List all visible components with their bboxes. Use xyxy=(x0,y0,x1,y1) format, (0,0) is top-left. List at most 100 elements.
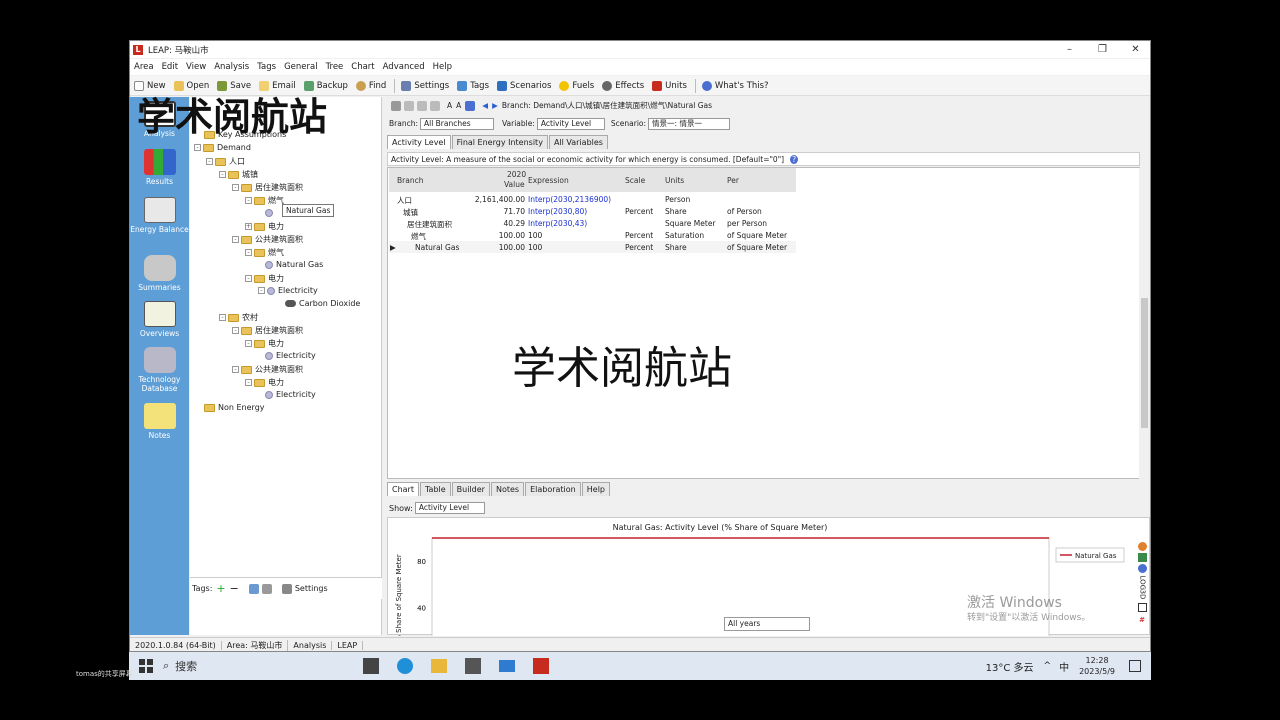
collapse-toggle[interactable]: - xyxy=(258,287,265,294)
cell-expression[interactable]: Interp(2030,43) xyxy=(528,219,587,228)
variable-select[interactable]: Activity Level xyxy=(536,117,605,130)
format-icon[interactable] xyxy=(465,100,476,111)
cell-value[interactable]: 71.70 xyxy=(459,207,525,216)
menu-general[interactable]: General xyxy=(284,62,318,72)
cell-value[interactable]: 2,161,400.00 xyxy=(459,195,525,204)
task-view-icon[interactable] xyxy=(363,658,379,674)
tab-elaboration[interactable]: Elaboration xyxy=(525,482,581,496)
mail-icon[interactable] xyxy=(499,660,515,672)
cell-expression[interactable]: 100 xyxy=(528,231,542,240)
tree-node-gonggong[interactable]: - 公共建筑面积 xyxy=(232,234,303,245)
tab-activity-level[interactable]: Activity Level xyxy=(387,135,451,149)
tree-node-ranqi[interactable]: - 燃气 xyxy=(245,195,284,206)
tags-settings-button[interactable]: Settings xyxy=(295,584,328,593)
back-arrow-icon[interactable]: ◀ xyxy=(482,101,488,110)
restore-button[interactable]: ❐ xyxy=(1086,41,1119,58)
cell-value[interactable]: 100.00 xyxy=(459,243,525,252)
table-row-selected[interactable]: ▶ Natural Gas 100.00 100 Percent Share o… xyxy=(389,241,796,253)
sidebar-item-overviews[interactable]: Overviews xyxy=(130,301,189,338)
font-increase-icon[interactable]: A xyxy=(447,101,452,110)
cell-value[interactable]: 100.00 xyxy=(459,231,525,240)
tag-color-icon[interactable] xyxy=(248,583,259,594)
3d-toggle[interactable]: 3D xyxy=(1136,589,1149,601)
years-select[interactable]: All years xyxy=(724,617,810,631)
sidebar-item-energy-balance[interactable]: Energy Balance xyxy=(130,197,189,234)
font-decrease-icon[interactable]: A xyxy=(456,101,461,110)
toolbar-icon[interactable] xyxy=(391,100,401,111)
grid-scrollbar[interactable] xyxy=(1139,168,1150,480)
table-row[interactable]: 燃气 100.00 100 Percent Saturation of Squa… xyxy=(389,229,796,241)
start-button[interactable] xyxy=(139,659,153,673)
tree-node-carbon-dioxide[interactable]: Carbon Dioxide xyxy=(285,299,360,308)
tree-node-juzhu[interactable]: - 居住建筑面积 xyxy=(232,325,303,336)
menu-tags[interactable]: Tags xyxy=(257,62,276,72)
menu-advanced[interactable]: Advanced xyxy=(383,62,425,72)
table-row[interactable]: 城镇 71.70 Interp(2030,80) Percent Share o… xyxy=(389,205,796,217)
menu-analysis[interactable]: Analysis xyxy=(214,62,249,72)
collapse-toggle[interactable]: - xyxy=(245,249,252,256)
tag-filter-icon[interactable] xyxy=(261,583,272,594)
taskbar-search[interactable]: ⌕ 搜索 xyxy=(163,656,353,676)
tree-node-nongcun[interactable]: - 农村 xyxy=(219,312,258,323)
tree-node-dianli[interactable]: - 电力 xyxy=(245,273,284,284)
menu-view[interactable]: View xyxy=(186,62,206,72)
collapse-toggle[interactable]: - xyxy=(245,275,252,282)
whats-this-button[interactable]: What's This? xyxy=(701,80,769,91)
scenario-select[interactable]: 情景一: 情景一 xyxy=(648,117,731,130)
tree-node-dianli[interactable]: - 电力 xyxy=(245,377,284,388)
settings-button[interactable]: Settings xyxy=(401,80,449,91)
table-row[interactable]: 人口 2,161,400.00 Interp(2030,2136900) Per… xyxy=(389,193,796,205)
notifications-icon[interactable] xyxy=(1129,660,1141,672)
fuels-button[interactable]: Fuels xyxy=(559,80,594,91)
add-tag-icon[interactable]: + xyxy=(216,582,225,595)
tree-node-dianli[interactable]: + 电力 xyxy=(245,221,284,232)
sidebar-item-notes[interactable]: Notes xyxy=(130,403,189,440)
table-row[interactable]: 居住建筑面积 40.29 Interp(2030,43) Square Mete… xyxy=(389,217,796,229)
show-select[interactable]: Activity Level xyxy=(414,502,485,514)
tab-all-variables[interactable]: All Variables xyxy=(548,135,608,149)
paste-icon[interactable] xyxy=(417,100,427,111)
collapse-toggle[interactable]: - xyxy=(245,379,252,386)
tab-chart[interactable]: Chart xyxy=(387,482,419,496)
calc-icon[interactable] xyxy=(430,100,440,111)
minimize-button[interactable]: – xyxy=(1053,41,1086,58)
collapse-toggle[interactable]: - xyxy=(232,327,239,334)
menu-edit[interactable]: Edit xyxy=(162,62,178,72)
collapse-toggle[interactable]: - xyxy=(206,158,213,165)
tree-node-juzhu[interactable]: - 居住建筑面积 xyxy=(232,182,303,193)
collapse-toggle[interactable]: - xyxy=(232,366,239,373)
tab-builder[interactable]: Builder xyxy=(451,482,490,496)
collapse-toggle[interactable]: - xyxy=(219,171,226,178)
tags-button[interactable]: Tags xyxy=(457,80,489,91)
sidebar-item-results[interactable]: Results xyxy=(130,149,189,186)
tree-node-natural-gas[interactable]: Natural Gas xyxy=(265,260,323,269)
taskbar-clock[interactable]: 12:28 2023/5/9 xyxy=(1079,655,1115,677)
tray-arrow-icon[interactable]: ^ xyxy=(1044,661,1052,671)
collapse-toggle[interactable]: - xyxy=(194,144,201,151)
tree-node-chengzhen[interactable]: - 城镇 xyxy=(219,169,258,180)
log-scale-toggle[interactable]: LOG xyxy=(1136,576,1149,591)
tree-node-dianli[interactable]: - 电力 xyxy=(245,338,284,349)
copy-icon[interactable] xyxy=(404,100,414,111)
sidebar-item-technology-database[interactable]: Technology Database xyxy=(130,347,189,393)
cell-value[interactable]: 40.29 xyxy=(459,219,525,228)
effects-button[interactable]: Effects xyxy=(602,80,644,91)
tree-node-demand[interactable]: - Demand xyxy=(194,143,251,152)
help-icon[interactable]: ? xyxy=(790,155,799,164)
tab-help[interactable]: Help xyxy=(581,482,610,496)
scrollbar-thumb[interactable] xyxy=(1141,298,1148,428)
chart-type-icon[interactable] xyxy=(1137,564,1147,573)
forward-arrow-icon[interactable]: ▶ xyxy=(492,101,498,110)
sidebar-item-summaries[interactable]: Summaries xyxy=(130,255,189,292)
tree-node-electricity[interactable]: - Electricity xyxy=(258,286,318,295)
remove-tag-icon[interactable]: − xyxy=(230,582,239,595)
units-button[interactable]: Units xyxy=(652,80,687,91)
area-chart-icon[interactable] xyxy=(1137,553,1147,562)
grid-icon[interactable]: # xyxy=(1136,614,1148,627)
ime-language[interactable]: 中 xyxy=(1059,659,1069,674)
store-icon[interactable] xyxy=(465,658,481,674)
menu-area[interactable]: Area xyxy=(134,62,154,72)
tree-node-ranqi[interactable]: - 燃气 xyxy=(245,247,284,258)
tree-node-renkou[interactable]: - 人口 xyxy=(206,156,245,167)
collapse-toggle[interactable]: - xyxy=(232,184,239,191)
